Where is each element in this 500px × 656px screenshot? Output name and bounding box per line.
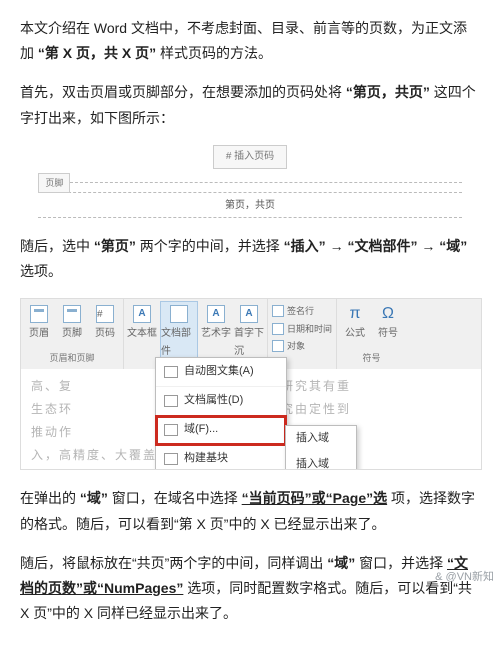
doc-property-icon (164, 395, 178, 407)
ribbon-btn-wordart[interactable]: 艺术字 (201, 301, 231, 365)
label: 签名行 (287, 303, 314, 319)
text: 随后，选中 (20, 238, 90, 254)
ribbon-btn-equation[interactable]: π 公式 (340, 301, 370, 343)
underline-text: “当前页码”或“Page”选 (242, 490, 387, 506)
page-footer-icon (63, 305, 81, 323)
label: 页码 (95, 325, 115, 343)
bold-text: “第页” (94, 238, 136, 254)
autotext-icon (164, 366, 178, 378)
field-icon (164, 424, 178, 436)
arrow: → (330, 238, 344, 254)
object-icon (272, 340, 284, 352)
equation-icon: π (346, 305, 364, 323)
paragraph-step1: 首先，双击页眉或页脚部分，在想要添加的页码处将 “第页，共页” 这四个字打出来，… (20, 80, 480, 130)
label: 文档属性(D) (184, 391, 243, 411)
bold-text: “域” (439, 238, 467, 254)
text: 窗口，并选择 (359, 555, 443, 571)
building-blocks-icon (164, 453, 178, 465)
ribbon-btn-signature[interactable]: 签名行 (272, 303, 332, 319)
dropdown-item-building-blocks[interactable]: 构建基块 (156, 445, 286, 471)
ribbon-btn-dropcap[interactable]: 首字下沉 (234, 301, 264, 365)
watermark: & @VN新知 (435, 568, 494, 588)
label: 文本框 (127, 325, 157, 343)
footer-center-text: 第页，共页 (38, 192, 461, 218)
figure-header-footer: # 插入页码 页脚 第页，共页 (38, 145, 461, 218)
dropcap-icon (240, 305, 258, 323)
bold-text: “第页，共页” (346, 84, 430, 100)
label: 自动图文集(A) (184, 362, 254, 382)
ribbon-btn-textbox[interactable]: 文本框 (127, 301, 157, 365)
datetime-icon (272, 323, 284, 335)
label: 首字下沉 (234, 325, 264, 361)
text: 两个字的中间，并选择 (140, 238, 280, 254)
label: 对象 (287, 338, 305, 354)
wordart-icon (207, 305, 225, 323)
label: 日期和时间 (287, 321, 332, 337)
label: 符号 (378, 325, 398, 343)
text: 随后，将鼠标放在“共页”两个字的中间，同样调出 (20, 555, 323, 571)
field-submenu: 插入域 插入域 (285, 425, 357, 470)
label: 构建基块 (184, 449, 228, 469)
group-label: 符号 (363, 348, 381, 369)
signature-icon (272, 305, 284, 317)
insert-page-code-button[interactable]: # 插入页码 (213, 145, 287, 169)
dropdown-item-field[interactable]: 域(F)... (156, 416, 286, 445)
text: 在弹出的 (20, 490, 76, 506)
label: 文档部件 (161, 325, 197, 361)
submenu-item-insert-field-1[interactable]: 插入域 (286, 426, 356, 452)
dropdown-item-autotext[interactable]: 自动图文集(A) (156, 358, 286, 387)
text: 样式页码的方法。 (160, 45, 272, 61)
paragraph-step2: 随后，选中 “第页” 两个字的中间，并选择 “插入” → “文档部件” → “域… (20, 234, 480, 284)
ribbon-group-header-footer: 页眉 页脚 # 页码 页眉和页脚 (21, 299, 124, 369)
bg-text: 生态环 (31, 402, 73, 416)
bold-text: “域” (80, 490, 108, 506)
paragraph-step4: 随后，将鼠标放在“共页”两个字的中间，同样调出 “域” 窗口，并选择 “文档的页… (20, 551, 480, 627)
ribbon-btn-page-number[interactable]: # 页码 (90, 301, 120, 343)
bold-text: “文档部件” (347, 238, 417, 254)
ribbon-btn-datetime[interactable]: 日期和时间 (272, 321, 332, 337)
label: 艺术字 (201, 325, 231, 343)
arrow: → (421, 238, 435, 254)
bold-text: “插入” (284, 238, 326, 254)
quick-parts-dropdown: 自动图文集(A) 文档属性(D) 域(F)... 构建基块 将所选内 (155, 357, 287, 470)
footer-tag: 页脚 (38, 173, 70, 193)
ribbon-btn-object[interactable]: 对象 (272, 338, 332, 354)
ribbon-btn-symbol[interactable]: Ω 符号 (373, 301, 403, 343)
bg-text: 推动作 (31, 425, 73, 439)
paragraph-intro: 本文介绍在 Word 文档中，不考虑封面、目录、前言等的页数，为正文添加 “第 … (20, 16, 480, 66)
paragraph-step3: 在弹出的 “域” 窗口，在域名中选择 “当前页码”或“Page”选 项，选择数字… (20, 486, 480, 536)
page-header-icon (30, 305, 48, 323)
dashed-line (70, 182, 461, 183)
bold-text: “第 X 页，共 X 页” (38, 45, 156, 61)
submenu-item-insert-field-2[interactable]: 插入域 (286, 452, 356, 470)
bold-text: “域” (327, 555, 355, 571)
group-label: 页眉和页脚 (49, 348, 94, 369)
ribbon-btn-footer[interactable]: 页脚 (57, 301, 87, 343)
textbox-icon (133, 305, 151, 323)
ribbon-group-symbols: π 公式 Ω 符号 符号 (337, 299, 406, 369)
text: 选项。 (20, 263, 62, 279)
label: 域(F)... (184, 420, 218, 440)
ribbon-btn-quick-parts[interactable]: 文档部件 (160, 301, 198, 365)
ribbon-btn-header[interactable]: 页眉 (24, 301, 54, 343)
page-number-icon: # (96, 305, 114, 323)
text: 窗口，在域名中选择 (112, 490, 238, 506)
figure-ribbon-dropdown: 页眉 页脚 # 页码 页眉和页脚 文本框 (20, 298, 482, 470)
label: 页脚 (62, 325, 82, 343)
text: 首先，双击页眉或页脚部分，在想要添加的页码处将 (20, 84, 342, 100)
bg-text: 高、复 (31, 379, 73, 393)
label: 页眉 (29, 325, 49, 343)
symbol-icon: Ω (379, 305, 397, 323)
dropdown-item-doc-property[interactable]: 文档属性(D) (156, 387, 286, 416)
quick-parts-icon (170, 305, 188, 323)
label: 公式 (345, 325, 365, 343)
